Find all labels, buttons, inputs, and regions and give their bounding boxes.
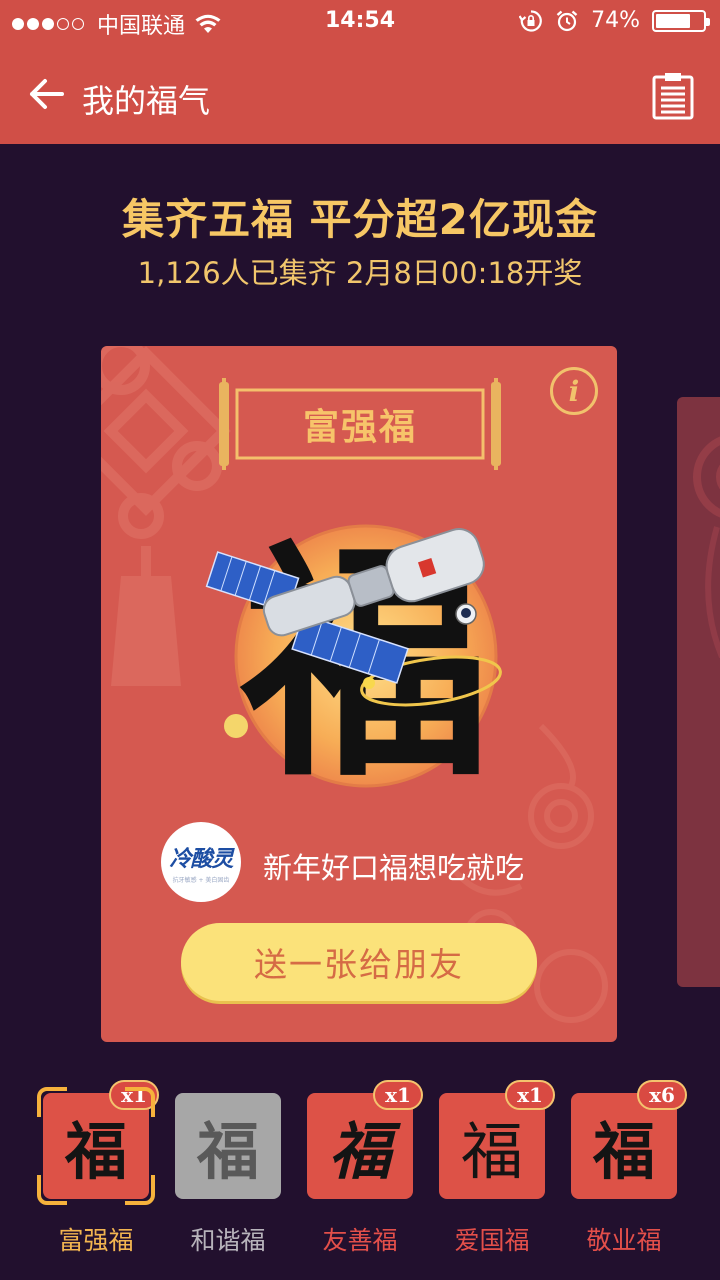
count-badge: x1 [373, 1080, 423, 1110]
battery-percent: 74% [591, 8, 640, 33]
fu-tile: 福 x6 [571, 1080, 687, 1199]
count-badge: x6 [637, 1080, 687, 1110]
count-badge: x1 [109, 1080, 159, 1110]
fu-glyph: 福 [196, 1115, 259, 1188]
count-badge: x1 [505, 1080, 555, 1110]
arrow-left-icon[interactable] [26, 74, 66, 114]
campaign-subline: 1,126人已集齐 2月8日00:18开奖 [137, 256, 583, 290]
fu-glyph: 福 [460, 1115, 523, 1188]
tray-item-jingye[interactable]: 福 x6 敬业福 [571, 1080, 687, 1255]
info-icon[interactable]: i [550, 367, 598, 415]
sponsor-slogan: 新年好口福想吃就吃 [263, 851, 525, 885]
tray-label: 爱国福 [454, 1226, 530, 1255]
tray-label: 富强福 [58, 1226, 134, 1255]
status-bar: 中国联通 14:54 74% [0, 0, 720, 44]
tray-item-aiguo[interactable]: 福 x1 爱国福 [439, 1080, 555, 1255]
fu-illustration: 福 [205, 516, 502, 806]
tray-label: 和谐福 [190, 1226, 266, 1255]
status-right: 74% [507, 8, 710, 33]
fu-tile: 福 [175, 1093, 281, 1199]
nav-bar: 我的福气 [0, 44, 720, 144]
sponsor-logo[interactable]: 冷酸灵 抗牙敏感 + 美白固齿 [161, 822, 241, 902]
sponsor-logo-text: 冷酸灵 [169, 846, 233, 872]
next-card-pattern [693, 436, 720, 659]
fu-tile: 福 x1 [43, 1080, 159, 1199]
rotation-lock-icon [519, 9, 542, 32]
tray-item-hexie[interactable]: 福 和谐福 [175, 1093, 281, 1255]
battery-icon [652, 9, 710, 32]
fu-card: 富强福 i 福 冷酸灵 抗牙敏感 + 美白固齿 新年好口福想吃就吃 送一张给朋友 [101, 346, 617, 1042]
tray-item-fuqiang[interactable]: 福 x1 富强福 [37, 1080, 159, 1255]
page-title: 我的福气 [82, 82, 211, 120]
sponsor-logo-tagline: 抗牙敏感 + 美白固齿 [172, 876, 230, 884]
fu-glyph: 福 [64, 1115, 127, 1188]
tray-label: 敬业福 [586, 1226, 662, 1255]
battery-level [656, 13, 690, 28]
tray-item-youshan[interactable]: 福 x1 友善福 [307, 1080, 423, 1255]
fu-glyph: 福 [592, 1115, 655, 1188]
card-name: 富强福 [302, 407, 417, 448]
alarm-icon [556, 10, 578, 31]
fu-tile: 福 x1 [307, 1080, 423, 1199]
send-to-friend-button[interactable]: 送一张给朋友 [181, 923, 537, 1001]
fu-glyph: 福 [328, 1115, 391, 1188]
tray-label: 友善福 [322, 1226, 398, 1255]
campaign-headline: 集齐五福 平分超2亿现金 [122, 195, 598, 244]
clipboard-list-icon[interactable] [652, 72, 694, 120]
next-card-peek[interactable] [677, 397, 720, 987]
fu-tile: 福 x1 [439, 1080, 555, 1199]
